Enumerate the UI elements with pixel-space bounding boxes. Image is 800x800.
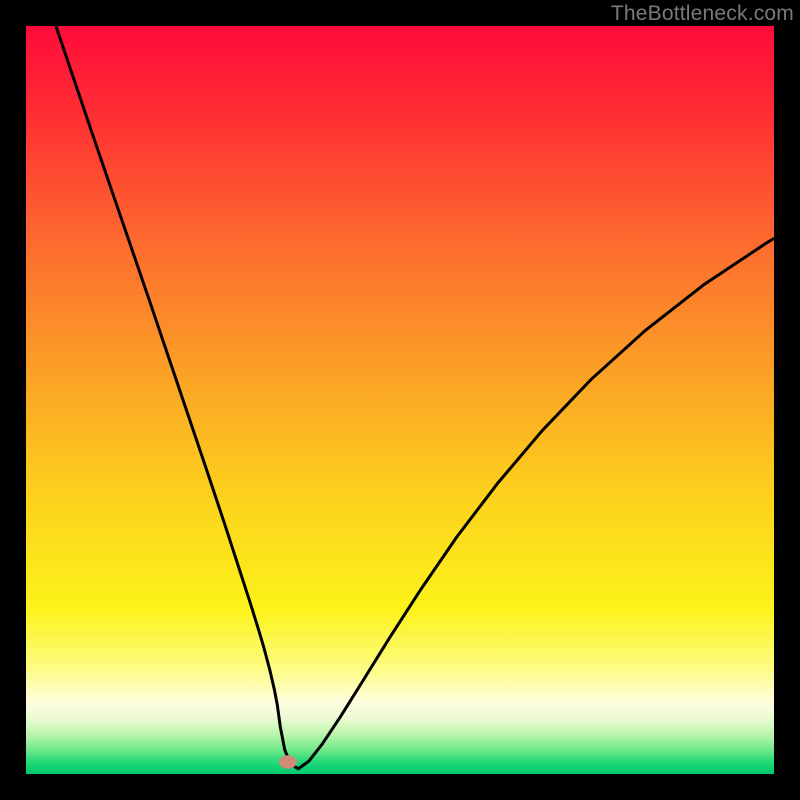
optimal-point-marker	[279, 755, 297, 768]
bottleneck-chart	[26, 26, 774, 774]
chart-frame	[26, 26, 774, 774]
gradient-background	[26, 26, 774, 774]
watermark-label: TheBottleneck.com	[611, 2, 794, 26]
